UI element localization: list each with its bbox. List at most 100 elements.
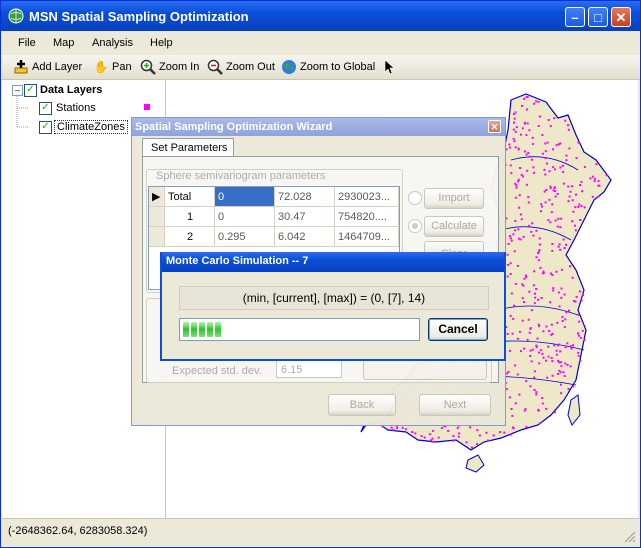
zoom-global-button[interactable]: Zoom to Global: [281, 59, 375, 75]
wizard-close-button[interactable]: ✕: [488, 120, 501, 133]
station-dot: [539, 266, 542, 269]
tab-set-parameters[interactable]: Set Parameters: [142, 138, 234, 157]
cancel-button[interactable]: Cancel: [428, 318, 488, 341]
monte-carlo-title-bar[interactable]: Monte Carlo Simulation -- 7: [162, 252, 504, 272]
station-dot: [437, 436, 440, 439]
station-dot: [510, 292, 513, 295]
row-selector[interactable]: [149, 207, 165, 227]
minimize-button[interactable]: –: [565, 7, 585, 27]
tree-item-stations[interactable]: Stations: [56, 102, 96, 114]
row-selector[interactable]: [149, 227, 165, 247]
add-layer-button[interactable]: Add Layer: [13, 59, 82, 75]
station-dot: [539, 422, 542, 424]
station-dot: [516, 337, 519, 340]
run-button[interactable]: [363, 360, 487, 380]
station-dot: [579, 184, 581, 187]
station-dot: [551, 203, 554, 206]
station-dot: [525, 276, 528, 279]
progress-block: [199, 322, 205, 337]
station-dot: [508, 349, 511, 352]
station-dot: [509, 273, 512, 275]
zoom-in-label: Zoom In: [159, 61, 200, 73]
select-pointer-button[interactable]: [382, 59, 398, 75]
station-dot: [507, 242, 510, 245]
station-dot: [577, 205, 580, 208]
station-dot: [551, 374, 554, 377]
menu-help[interactable]: Help: [150, 37, 173, 49]
station-dot: [541, 402, 544, 405]
station-dot: [565, 243, 567, 246]
station-dot: [531, 348, 534, 351]
zoom-in-button[interactable]: Zoom In: [140, 59, 199, 75]
station-dot: [478, 434, 481, 437]
station-dot: [540, 297, 543, 299]
import-radio[interactable]: [408, 191, 422, 205]
table-cell[interactable]: 1464709...: [335, 227, 399, 247]
data-layers-checkbox[interactable]: ✓: [24, 84, 37, 97]
menu-map[interactable]: Map: [53, 37, 74, 49]
station-dot: [567, 185, 570, 188]
expected-std-dev-label: Expected std. dev.: [172, 365, 262, 377]
station-dot: [541, 352, 544, 355]
wizard-title-bar[interactable]: Spatial Sampling Optimization Wizard ✕: [132, 118, 505, 136]
station-dot: [516, 264, 519, 267]
station-dot: [532, 284, 535, 287]
station-dot: [571, 185, 573, 188]
station-dot: [559, 371, 562, 374]
tree-item-climatezones[interactable]: ClimateZones: [54, 120, 128, 134]
wizard-title: Spatial Sampling Optimization Wizard: [135, 121, 333, 133]
station-dot: [578, 320, 581, 323]
station-dot: [514, 146, 517, 149]
station-dot: [521, 127, 524, 130]
station-dot: [465, 441, 468, 444]
calculate-radio[interactable]: [408, 219, 422, 233]
import-button[interactable]: Import: [424, 188, 484, 209]
station-dot: [552, 289, 555, 292]
station-dot: [583, 339, 586, 341]
station-dot: [531, 136, 534, 139]
table-cell[interactable]: 30.47: [275, 207, 335, 227]
station-dot: [578, 290, 581, 293]
stations-checkbox[interactable]: ✓: [39, 102, 52, 115]
maximize-button[interactable]: □: [588, 7, 608, 27]
table-cell[interactable]: 0: [215, 187, 275, 207]
table-cell[interactable]: 754820....: [335, 207, 399, 227]
table-cell[interactable]: 72.028: [275, 187, 335, 207]
table-cell[interactable]: 2930023...: [335, 187, 399, 207]
pan-button[interactable]: ✋ Pan: [93, 59, 132, 75]
station-dot: [562, 371, 565, 374]
resize-grip-icon[interactable]: [624, 531, 636, 543]
zoom-out-button[interactable]: Zoom Out: [207, 59, 275, 75]
station-dot: [568, 309, 570, 312]
back-button[interactable]: Back: [328, 394, 396, 416]
climatezones-checkbox[interactable]: ✓: [39, 121, 52, 134]
table-cell[interactable]: 6.042: [275, 227, 335, 247]
station-dot: [525, 96, 528, 99]
station-dot: [554, 195, 557, 198]
tree-collapse-toggle[interactable]: –: [12, 85, 23, 96]
table-cell[interactable]: 0.295: [215, 227, 275, 247]
station-dot: [514, 402, 517, 405]
station-dot: [564, 119, 567, 122]
row-selector[interactable]: ▶: [149, 187, 165, 207]
station-dot: [537, 409, 540, 412]
table-cell[interactable]: 0: [215, 207, 275, 227]
station-dot: [526, 122, 529, 125]
station-dot: [525, 425, 528, 428]
station-dot: [564, 318, 567, 321]
expected-std-dev-field[interactable]: 6.15: [276, 360, 342, 378]
close-button[interactable]: ✕: [611, 7, 631, 27]
menu-analysis[interactable]: Analysis: [92, 37, 133, 49]
station-dot: [514, 364, 516, 367]
station-dot: [597, 195, 600, 198]
menu-bar: File Map Analysis Help: [1, 32, 640, 54]
calculate-button[interactable]: Calculate: [424, 216, 484, 237]
next-button[interactable]: Next: [419, 394, 491, 416]
station-dot: [513, 250, 516, 253]
menu-file[interactable]: File: [18, 37, 36, 49]
tree-root-label[interactable]: Data Layers: [40, 84, 102, 96]
title-bar[interactable]: MSN Spatial Sampling Optimization – □ ✕: [1, 1, 640, 31]
station-dot: [545, 407, 548, 410]
station-dot: [469, 426, 472, 429]
station-dot: [532, 166, 535, 169]
